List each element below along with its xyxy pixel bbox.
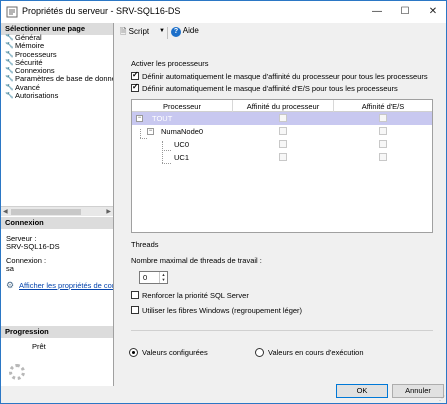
scrollbar-thumb[interactable] xyxy=(11,209,81,215)
column-header-cpu-affinity[interactable]: Affinité du processeur xyxy=(233,102,333,111)
progress-status: Prêt xyxy=(32,342,46,351)
scroll-right-icon[interactable]: ▶ xyxy=(106,207,111,217)
row-label: NumaNode0 xyxy=(161,127,204,136)
cancel-button[interactable]: Annuler xyxy=(392,384,444,398)
lightweight-pooling-label: Utiliser les fibres Windows (regroupemen… xyxy=(142,306,303,315)
wrench-icon: 🔧 xyxy=(5,34,14,41)
boost-priority-checkbox[interactable] xyxy=(131,291,139,299)
enable-processors-group-label: Activer les processeurs xyxy=(131,59,209,68)
io-affinity-checkbox[interactable] xyxy=(379,127,390,136)
processor-affinity-grid: Processeur Affinité du processeur Affini… xyxy=(131,99,433,233)
spinner-arrows[interactable]: ▲ ▼ xyxy=(159,272,167,283)
cpu-affinity-checkbox[interactable] xyxy=(279,153,290,162)
configured-values-label: Valeurs configurées xyxy=(142,348,208,357)
threads-group-label: Threads xyxy=(131,240,159,249)
io-affinity-checkbox[interactable] xyxy=(379,114,390,123)
sidebar-item-permissions[interactable]: 🔧 Autorisations xyxy=(1,92,113,100)
sidebar-item-security[interactable]: 🔧 Sécurité xyxy=(1,59,113,67)
connection-value: sa xyxy=(6,264,14,273)
view-connection-properties-link[interactable]: Afficher les propriétés de connexion xyxy=(19,281,113,290)
script-icon: 🗎 xyxy=(120,27,127,36)
lightweight-pooling-checkbox[interactable] xyxy=(131,306,139,314)
sidebar-item-database-settings[interactable]: 🔧 Paramètres de base de données xyxy=(1,75,113,83)
progress-header: Progression xyxy=(1,326,113,338)
column-header-processor[interactable]: Processeur xyxy=(132,102,232,111)
processors-page: Activer les processeurs Définir automati… xyxy=(115,42,446,380)
page-list-horizontal-scrollbar[interactable]: ◀ ▶ xyxy=(1,206,113,216)
server-value: SRV-SQL16-DS xyxy=(6,242,60,251)
wrench-icon: 🔧 xyxy=(5,50,14,58)
sidebar: Sélectionner une page 🔧 Général 🔧 Mémoire … xyxy=(1,23,114,386)
row-label: TOUT xyxy=(152,114,173,123)
row-label: UC1 xyxy=(174,153,190,162)
dialog-buttons: OK Annuler ⋰ xyxy=(115,380,446,403)
server-properties-dialog: Propriétés du serveur - SRV-SQL16-DS — ☐… xyxy=(0,0,447,404)
auto-affinity-cpu-row[interactable]: Définir automatiquement le masque d'affi… xyxy=(131,70,428,81)
max-worker-threads-value[interactable]: 0 xyxy=(143,273,147,282)
wrench-icon: 🔧 xyxy=(5,83,14,91)
boost-priority-row[interactable]: Renforcer la priorité SQL Server xyxy=(131,291,249,300)
connection-properties-icon: ⚙ xyxy=(6,280,15,290)
collapse-icon[interactable]: − xyxy=(136,115,143,122)
close-button[interactable]: ✕ xyxy=(419,1,446,23)
configured-values-radio[interactable] xyxy=(129,348,138,357)
window-title: Propriétés du serveur - SRV-SQL16-DS xyxy=(22,6,181,16)
maximize-button[interactable]: ☐ xyxy=(391,1,419,23)
grid-row-uc1[interactable]: UC1 xyxy=(132,151,432,164)
resize-grip-icon[interactable]: ⋰ xyxy=(439,395,445,402)
sidebar-item-general[interactable]: 🔧 Général xyxy=(1,34,113,42)
script-button[interactable]: 🗎 Script xyxy=(120,26,149,40)
wrench-icon: 🔧 xyxy=(5,42,14,50)
grid-header: Processeur Affinité du processeur Affini… xyxy=(132,100,432,112)
toolbar: 🗎 Script ▼ ? Aide xyxy=(115,23,446,42)
collapse-icon[interactable]: − xyxy=(147,128,154,135)
cpu-affinity-checkbox[interactable] xyxy=(279,114,290,123)
server-properties-icon xyxy=(6,6,18,18)
toolbar-separator xyxy=(167,27,168,39)
cpu-affinity-checkbox[interactable] xyxy=(279,140,290,149)
cpu-affinity-checkbox[interactable] xyxy=(279,127,290,136)
progress-spinner-icon xyxy=(9,364,25,380)
sidebar-item-advanced[interactable]: 🔧 Avancé xyxy=(1,84,113,92)
io-affinity-checkbox[interactable] xyxy=(379,140,390,149)
boost-priority-label: Renforcer la priorité SQL Server xyxy=(142,291,249,300)
auto-affinity-io-row[interactable]: Définir automatiquement le masque d'affi… xyxy=(131,82,398,93)
wrench-icon: 🔧 xyxy=(5,92,14,100)
title-bar: Propriétés du serveur - SRV-SQL16-DS — ☐… xyxy=(1,1,446,23)
max-worker-threads-spinner[interactable]: 0 ▲ ▼ xyxy=(139,271,168,284)
script-dropdown-arrow-icon[interactable]: ▼ xyxy=(159,28,165,34)
configured-values-option[interactable]: Valeurs configurées xyxy=(129,348,208,357)
sidebar-item-processors[interactable]: 🔧 Processeurs xyxy=(1,50,113,59)
auto-affinity-cpu-label: Définir automatiquement le masque d'affi… xyxy=(142,72,428,81)
connection-header: Connexion xyxy=(1,217,113,229)
row-label: UC0 xyxy=(174,140,190,149)
page-list: 🔧 Général 🔧 Mémoire 🔧 Processeurs 🔧 Sécurité… xyxy=(1,34,113,100)
scroll-left-icon[interactable]: ◀ xyxy=(3,207,8,217)
sidebar-item-memory[interactable]: 🔧 Mémoire xyxy=(1,42,113,50)
wrench-icon: 🔧 xyxy=(5,75,14,83)
column-header-io-affinity[interactable]: Affinité d'E/S xyxy=(334,102,432,111)
minimize-button[interactable]: — xyxy=(363,1,391,23)
help-icon: ? xyxy=(171,27,181,37)
running-values-option[interactable]: Valeurs en cours d'exécution xyxy=(255,348,364,357)
help-button[interactable]: ? Aide xyxy=(171,26,199,37)
wrench-icon: 🔧 xyxy=(5,58,14,66)
lightweight-pooling-row[interactable]: Utiliser les fibres Windows (regroupemen… xyxy=(131,306,302,315)
running-values-label: Valeurs en cours d'exécution xyxy=(268,348,364,357)
grid-row-uc0[interactable]: UC0 xyxy=(132,138,432,151)
max-worker-threads-label: Nombre maximal de threads de travail : xyxy=(131,256,262,265)
spin-down-icon[interactable]: ▼ xyxy=(160,277,167,282)
auto-affinity-cpu-checkbox[interactable] xyxy=(131,70,139,80)
grid-row-all[interactable]: − TOUT xyxy=(132,112,432,125)
io-affinity-checkbox[interactable] xyxy=(379,153,390,162)
auto-affinity-io-checkbox[interactable] xyxy=(131,82,139,92)
divider xyxy=(131,330,433,331)
wrench-icon: 🔧 xyxy=(5,67,14,75)
grid-row-numanode0[interactable]: − NumaNode0 xyxy=(132,125,432,138)
ok-button[interactable]: OK xyxy=(336,384,388,398)
running-values-radio[interactable] xyxy=(255,348,264,357)
sidebar-item-connections[interactable]: 🔧 Connexions xyxy=(1,67,113,75)
auto-affinity-io-label: Définir automatiquement le masque d'affi… xyxy=(142,84,398,93)
